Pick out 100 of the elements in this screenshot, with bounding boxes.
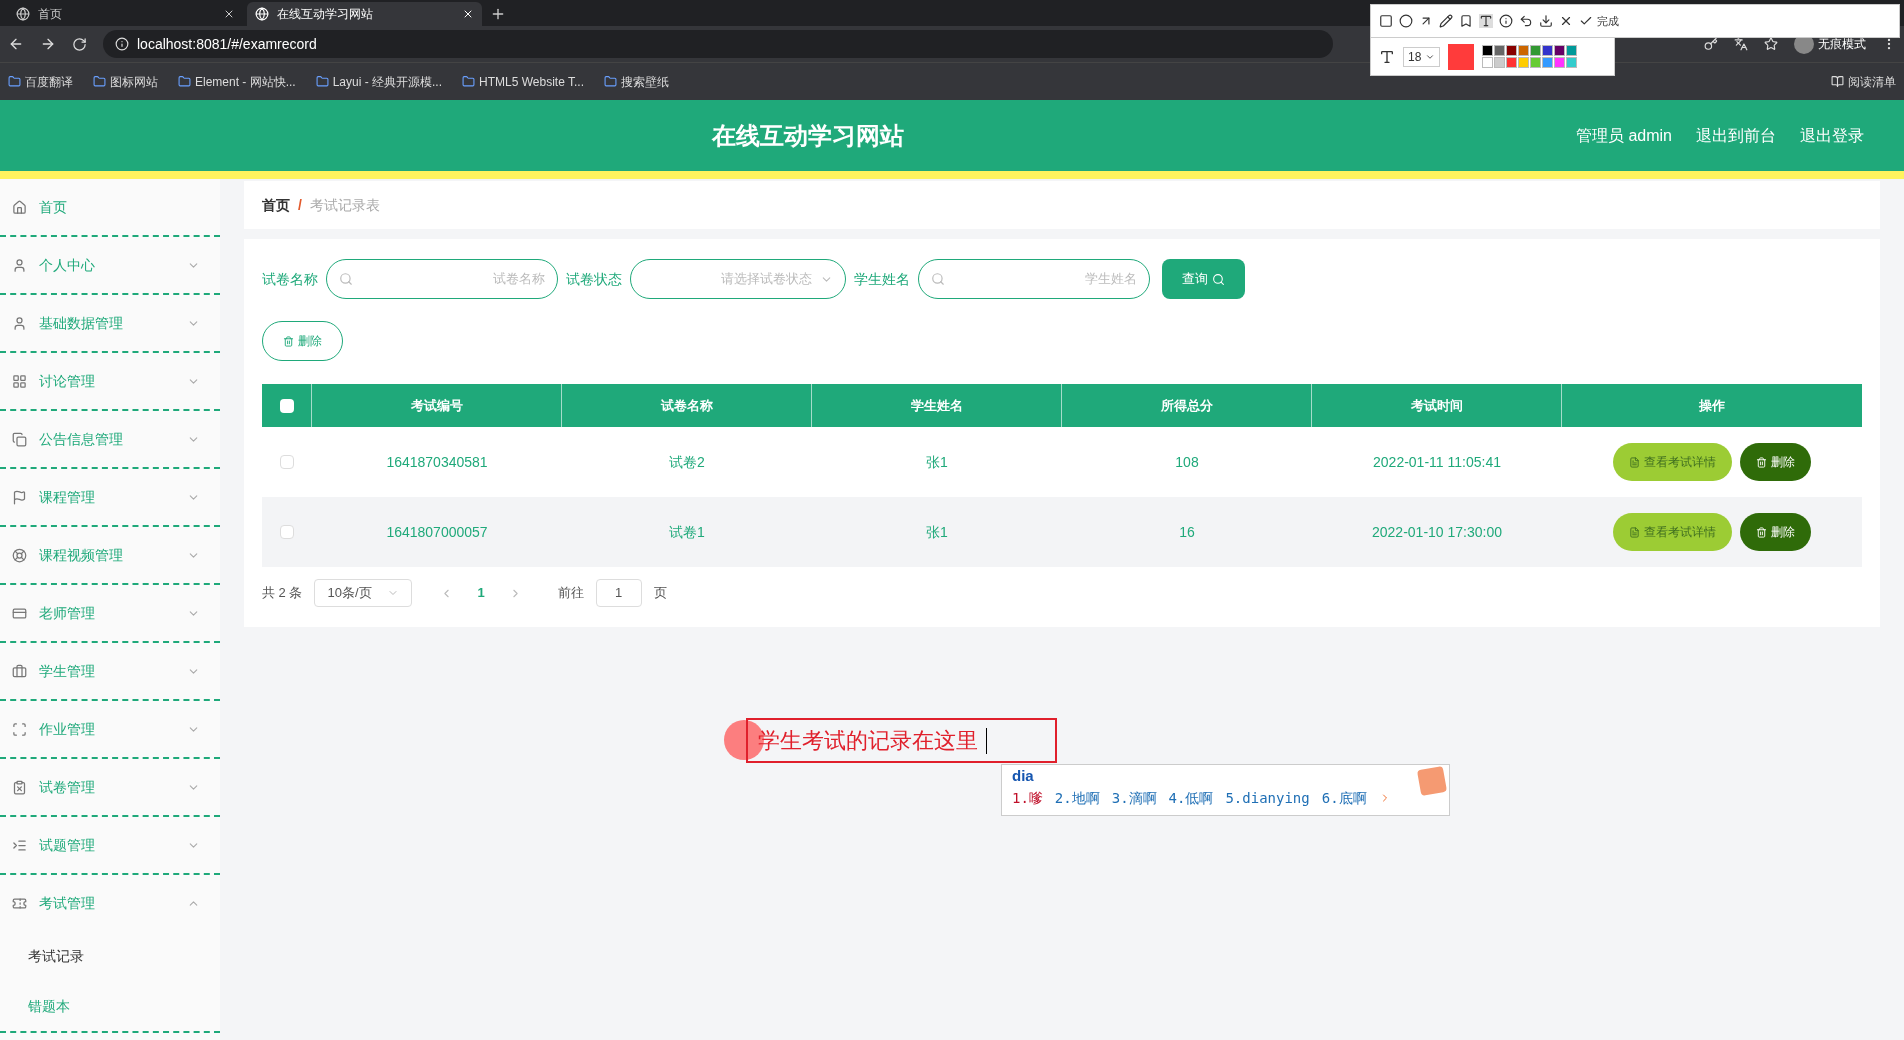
trash-icon	[283, 335, 294, 347]
ime-candidate[interactable]: 4.低啊	[1168, 787, 1214, 809]
row-delete-button[interactable]: 删除	[1740, 443, 1811, 481]
view-details-button[interactable]: 查看考试详情	[1613, 443, 1732, 481]
sidebar-item[interactable]: 试题管理	[0, 817, 220, 873]
table-cell-text: 张1	[926, 522, 948, 542]
ime-input-text: dia	[1012, 766, 1034, 786]
close-icon[interactable]	[223, 8, 235, 20]
close-icon[interactable]	[1559, 14, 1573, 28]
info-icon	[115, 37, 129, 51]
pencil-tool-icon[interactable]	[1439, 14, 1453, 28]
search-icon	[931, 272, 945, 286]
reload-icon[interactable]	[72, 36, 87, 52]
bookmark[interactable]: 图标网站	[93, 72, 158, 91]
folder-icon	[315, 75, 329, 88]
current-color-swatch[interactable]	[1448, 43, 1475, 70]
filter-label: 试卷名称	[262, 269, 318, 289]
star-icon[interactable]	[1764, 37, 1778, 51]
browser-tab[interactable]: 首页	[8, 2, 243, 26]
browser-tab[interactable]: 在线互动学习网站	[247, 2, 482, 26]
select-all-checkbox[interactable]	[279, 398, 294, 413]
menu-item-icon	[12, 431, 27, 447]
folder-icon	[178, 75, 191, 88]
query-button[interactable]: 查询	[1162, 259, 1245, 299]
tab-title: 在线互动学习网站	[277, 6, 374, 23]
document-icon	[1629, 456, 1640, 468]
new-tab-icon[interactable]	[490, 6, 506, 22]
sidebar-item[interactable]: 老师管理	[0, 585, 220, 641]
ime-candidate[interactable]: 2.地啊	[1054, 787, 1100, 809]
font-size-select[interactable]: 18	[1403, 46, 1441, 67]
row-checkbox[interactable]	[280, 525, 294, 539]
table-cell-text: 张1	[926, 452, 948, 472]
ime-candidate[interactable]: 3.滴啊	[1111, 787, 1157, 809]
sidebar-item[interactable]: 课程管理	[0, 469, 220, 525]
page-number[interactable]: 1	[465, 583, 497, 603]
row-checkbox[interactable]	[280, 455, 294, 469]
search-icon	[339, 272, 353, 286]
globe-icon	[16, 7, 30, 21]
font-size-icon	[1379, 48, 1395, 65]
header-link[interactable]: 退出到前台	[1696, 123, 1776, 148]
ime-candidate[interactable]: 1.嗲	[1012, 787, 1043, 809]
table-cell-text: 1641870340581	[386, 452, 488, 472]
ime-candidate[interactable]: 5.dianying	[1225, 787, 1310, 809]
sidebar-item[interactable]: 课程视频管理	[0, 527, 220, 583]
close-icon[interactable]	[462, 8, 474, 20]
goto-field[interactable]: 1	[595, 579, 642, 607]
key-icon[interactable]	[1704, 37, 1718, 51]
sidebar-item[interactable]: 首页	[0, 179, 220, 235]
translate-icon[interactable]	[1734, 37, 1748, 51]
submenu-item[interactable]: 考试记录	[0, 931, 220, 981]
table-cell-text: 1641807000057	[386, 522, 488, 542]
color-palette[interactable]	[1482, 45, 1578, 68]
page-size-select[interactable]: 10条/页	[314, 579, 413, 607]
tab-title: 首页	[38, 6, 63, 23]
done-button[interactable]: 完成	[1579, 12, 1619, 30]
header-link[interactable]: 管理员 admin	[1575, 123, 1672, 148]
sidebar-item[interactable]: 讨论管理	[0, 353, 220, 409]
ime-candidate[interactable]: 6.底啊	[1321, 787, 1367, 809]
sidebar-item[interactable]: 考试管理	[0, 875, 220, 931]
sidebar-item[interactable]: 基础数据管理	[0, 295, 220, 351]
submenu-item[interactable]: 错题本	[0, 981, 220, 1031]
menu-item-icon	[12, 605, 27, 621]
number-tool-icon[interactable]	[1499, 14, 1513, 28]
menu-item-icon	[12, 721, 27, 737]
save-icon[interactable]	[1539, 14, 1553, 28]
ellipse-tool-icon[interactable]	[1399, 14, 1413, 28]
rectangle-tool-icon[interactable]	[1379, 14, 1393, 28]
column-header: 操作	[1698, 396, 1726, 415]
folder-icon	[93, 75, 106, 88]
bookmark[interactable]: 百度翻译	[8, 72, 73, 91]
breadcrumb-link[interactable]: 首页	[262, 194, 290, 216]
bookmark[interactable]: HTML5 Website T...	[462, 72, 584, 91]
folder-icon	[462, 75, 476, 88]
header-link[interactable]: 退出登录	[1800, 123, 1864, 148]
sidebar-item[interactable]: 个人中心	[0, 237, 220, 293]
sidebar-item[interactable]: 公告信息管理	[0, 411, 220, 467]
menu-item-icon	[12, 663, 27, 679]
table-cell-text: 2022-01-10 17:30:00	[1372, 522, 1502, 542]
bookmark[interactable]: 搜索壁纸	[604, 72, 669, 91]
address-bar[interactable]: localhost:8081/#/examrecord	[103, 30, 1333, 58]
view-details-button[interactable]: 查看考试详情	[1613, 513, 1732, 551]
bookmark[interactable]: Element - 网站快...	[178, 72, 296, 91]
bookmark[interactable]: Layui - 经典开源模...	[315, 72, 443, 91]
sidebar-item[interactable]: 试卷管理	[0, 759, 220, 815]
text-tool-icon[interactable]	[1479, 14, 1493, 28]
menu-item-icon	[12, 837, 27, 853]
goto-label: 前往	[557, 584, 584, 603]
row-delete-button[interactable]: 删除	[1740, 513, 1811, 551]
menu-item-icon	[12, 315, 27, 331]
sidebar-item[interactable]: 学生管理	[0, 643, 220, 699]
back-icon[interactable]	[8, 36, 24, 52]
sidebar-item[interactable]: 作业管理	[0, 701, 220, 757]
table-cell-text: 2022-01-11 11:05:41	[1373, 452, 1501, 472]
reading-list[interactable]: 阅读清单	[1831, 72, 1896, 91]
undo-icon[interactable]	[1519, 14, 1533, 28]
menu-item-icon	[12, 257, 27, 273]
forward-icon[interactable]	[40, 36, 56, 52]
site-title: 在线互动学习网站	[710, 120, 905, 151]
filter-label: 试卷状态	[566, 269, 622, 289]
profile-label[interactable]: 无痕模式	[1818, 35, 1866, 53]
